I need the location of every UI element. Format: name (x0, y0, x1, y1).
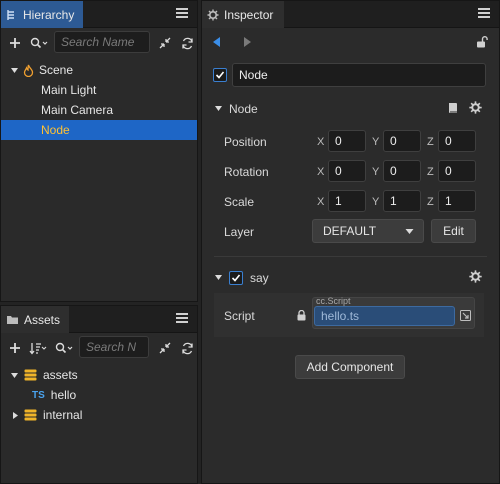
node-settings-gear-icon[interactable] (469, 101, 482, 114)
tree-label-internal: internal (43, 408, 83, 422)
layer-edit-button[interactable]: Edit (431, 219, 476, 243)
collapse-all-icon[interactable] (157, 337, 173, 359)
rotation-label: Rotation (224, 165, 269, 179)
tree-row-hello[interactable]: TS hello (1, 385, 197, 405)
tree-label-hello: hello (50, 388, 77, 402)
assets-tabbar: Assets (1, 306, 197, 333)
tree-label-main-light: Main Light (41, 83, 97, 97)
expand-arrow-icon[interactable] (10, 66, 20, 75)
hierarchy-panel: Hierarchy Search Name Scene Main Light M… (0, 0, 198, 302)
tab-assets[interactable]: Assets (1, 306, 69, 333)
tab-hierarchy[interactable]: Hierarchy (1, 1, 83, 28)
node-active-checkbox[interactable] (213, 68, 227, 82)
expand-arrow-icon[interactable] (10, 371, 20, 380)
collapse-all-icon[interactable] (157, 32, 173, 54)
tab-inspector[interactable]: Inspector (202, 1, 284, 28)
rotation-z-axis: Z (427, 166, 434, 178)
rotation-x-input[interactable]: 0 (328, 160, 366, 182)
section-collapse-icon[interactable] (214, 104, 223, 113)
tree-row-scene[interactable]: Scene (1, 60, 197, 80)
scale-x-input[interactable]: 1 (328, 190, 366, 212)
position-z-input[interactable]: 0 (438, 130, 476, 152)
tree-label-main-camera: Main Camera (41, 103, 114, 117)
unlock-icon[interactable] (474, 34, 490, 50)
hierarchy-search-input[interactable]: Search Name (54, 31, 150, 53)
node-name-input[interactable]: Node (232, 63, 486, 87)
component-enabled-checkbox[interactable] (229, 271, 243, 285)
database-icon (24, 409, 37, 421)
folder-icon (6, 314, 19, 325)
add-component-button[interactable]: Add Component (295, 355, 405, 379)
assets-panel: Assets Search N assets TS hello internal (0, 305, 198, 484)
scale-z-axis: Z (427, 196, 434, 208)
inspector-tabbar: Inspector (202, 1, 499, 28)
assets-toolbar: Search N (1, 334, 197, 362)
inspector-menu-icon[interactable] (478, 8, 490, 20)
scale-x-axis: X (317, 196, 325, 208)
position-x-axis: X (317, 136, 325, 148)
position-y-input[interactable]: 0 (383, 130, 421, 152)
hierarchy-icon (6, 9, 18, 21)
lock-icon (297, 310, 306, 321)
inspector-panel: Inspector Node Node Position X 0 Y 0 Z 0… (201, 0, 500, 484)
search-filter-icon[interactable] (54, 337, 74, 359)
script-asset-field[interactable]: hello.ts (314, 306, 455, 326)
layer-dropdown-value: DEFAULT (323, 224, 377, 238)
tree-label-node: Node (41, 123, 70, 137)
script-label: Script (224, 309, 255, 323)
layer-dropdown[interactable]: DEFAULT (312, 219, 424, 243)
add-icon[interactable] (7, 32, 23, 54)
rotation-z-input[interactable]: 0 (438, 160, 476, 182)
tree-row-node[interactable]: Node (1, 120, 197, 140)
rotation-y-axis: Y (372, 166, 380, 178)
forward-arrow-icon[interactable] (240, 34, 254, 50)
locate-asset-icon[interactable] (460, 310, 471, 321)
layer-label: Layer (224, 225, 255, 239)
hierarchy-toolbar: Search Name (1, 29, 197, 57)
tree-row-main-light[interactable]: Main Light (1, 80, 197, 100)
scale-y-input[interactable]: 1 (383, 190, 421, 212)
position-label: Position (224, 135, 267, 149)
section-divider (214, 256, 487, 257)
tree-label-assets: assets (43, 368, 78, 382)
sort-icon[interactable] (28, 337, 48, 359)
chevron-down-icon (405, 228, 414, 235)
inspector-tab-label: Inspector (224, 7, 274, 22)
tree-row-internal[interactable]: internal (1, 405, 197, 425)
position-x-input[interactable]: 0 (328, 130, 366, 152)
assets-menu-icon[interactable] (176, 313, 188, 325)
typescript-icon: TS (32, 389, 45, 401)
scale-y-axis: Y (372, 196, 380, 208)
component-settings-gear-icon[interactable] (469, 270, 482, 283)
tree-row-assets[interactable]: assets (1, 365, 197, 385)
component-title: say (250, 271, 269, 285)
refresh-icon[interactable] (179, 32, 195, 54)
scene-icon (23, 64, 34, 77)
hierarchy-tabbar: Hierarchy (1, 1, 197, 28)
collapsed-arrow-icon[interactable] (11, 411, 20, 420)
scale-z-input[interactable]: 1 (438, 190, 476, 212)
refresh-icon[interactable] (179, 337, 195, 359)
add-icon[interactable] (7, 337, 23, 359)
book-icon[interactable] (447, 102, 459, 114)
assets-search-input[interactable]: Search N (79, 336, 149, 358)
tree-label-scene: Scene (39, 63, 74, 77)
node-section-title: Node (229, 102, 258, 116)
hierarchy-menu-icon[interactable] (176, 8, 188, 20)
assets-tab-label: Assets (24, 312, 61, 327)
scale-label: Scale (224, 195, 255, 209)
tree-row-main-camera[interactable]: Main Camera (1, 100, 197, 120)
gear-icon (207, 9, 219, 21)
database-icon (24, 369, 37, 381)
hierarchy-tab-label: Hierarchy (23, 7, 75, 22)
rotation-x-axis: X (317, 166, 325, 178)
position-z-axis: Z (427, 136, 434, 148)
search-filter-icon[interactable] (29, 32, 49, 54)
position-y-axis: Y (372, 136, 380, 148)
component-collapse-icon[interactable] (214, 273, 223, 282)
script-type-tag: cc.Script (316, 296, 351, 306)
rotation-y-input[interactable]: 0 (383, 160, 421, 182)
back-arrow-icon[interactable] (210, 34, 224, 50)
